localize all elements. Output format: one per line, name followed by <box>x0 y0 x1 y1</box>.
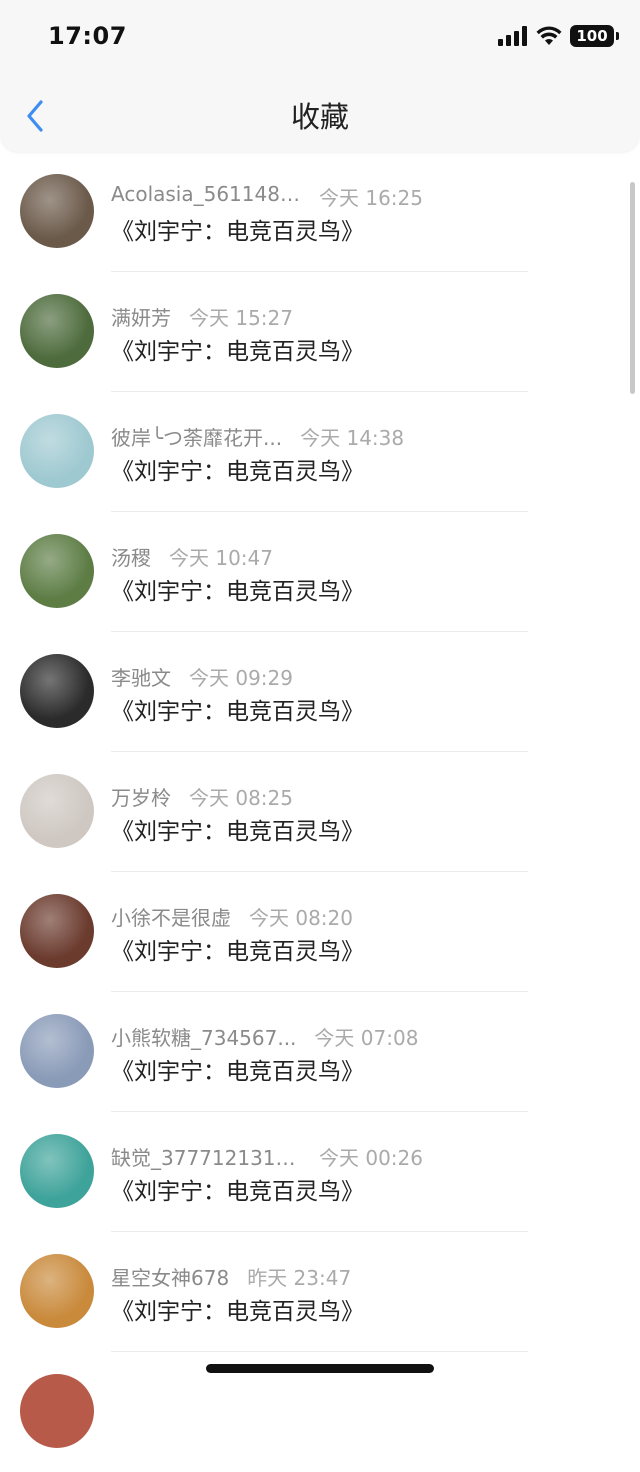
list-item[interactable]: 星空女神678 昨天 23:47 《刘宇宁：电竞百灵鸟》 <box>0 1232 640 1352</box>
item-content: 《刘宇宁：电竞百灵鸟》 <box>111 819 364 845</box>
timestamp: 昨天 23:47 <box>247 1266 352 1290</box>
item-content: 《刘宇宁：电竞百灵鸟》 <box>111 939 364 965</box>
timestamp: 今天 09:29 <box>189 666 293 690</box>
timestamp: 今天 15:27 <box>189 306 293 330</box>
scrollbar[interactable] <box>630 182 635 394</box>
item-content: 《刘宇宁：电竞百灵鸟》 <box>111 1299 364 1325</box>
user-name: 小熊软糖_734567... <box>111 1026 297 1050</box>
user-name: 彼岸╰つ荼靡花开... <box>111 426 283 450</box>
avatar[interactable] <box>20 294 94 368</box>
avatar[interactable] <box>20 1134 94 1208</box>
page-title: 收藏 <box>290 100 349 134</box>
avatar[interactable] <box>20 534 94 608</box>
battery-icon: 100 <box>570 25 619 47</box>
user-name: 李驰文 <box>111 666 171 690</box>
avatar[interactable] <box>20 174 94 248</box>
avatar[interactable] <box>20 1374 94 1448</box>
timestamp: 今天 14:38 <box>300 426 405 450</box>
avatar[interactable] <box>20 654 94 728</box>
status-icons: 100 <box>498 25 619 47</box>
user-name: 汤稷 <box>111 546 151 570</box>
battery-level: 100 <box>576 27 608 45</box>
timestamp: 今天 16:25 <box>319 186 423 210</box>
item-content: 《刘宇宁：电竞百灵鸟》 <box>111 339 364 365</box>
user-name: 星空女神678 <box>111 1266 230 1290</box>
list-item[interactable]: 万岁柃 今天 08:25 《刘宇宁：电竞百灵鸟》 <box>0 752 640 872</box>
item-content: 《刘宇宁：电竞百灵鸟》 <box>111 699 364 725</box>
item-content: 《刘宇宁：电竞百灵鸟》 <box>111 219 364 245</box>
timestamp: 今天 07:08 <box>314 1026 419 1050</box>
favorites-list: Acolasia_5611481... 今天 16:25 《刘宇宁：电竞百灵鸟》 … <box>0 152 640 1472</box>
item-content: 《刘宇宁：电竞百灵鸟》 <box>111 1179 364 1205</box>
nav-bar: 收藏 <box>0 76 640 152</box>
list-item[interactable]: 汤稷 今天 10:47 《刘宇宁：电竞百灵鸟》 <box>0 512 640 632</box>
item-content: 《刘宇宁：电竞百灵鸟》 <box>111 1059 364 1085</box>
home-indicator[interactable] <box>206 1364 434 1373</box>
avatar[interactable] <box>20 1014 94 1088</box>
list-item[interactable]: 小徐不是很虚 今天 08:20 《刘宇宁：电竞百灵鸟》 <box>0 872 640 992</box>
timestamp: 今天 08:20 <box>249 906 353 930</box>
wifi-icon <box>536 26 562 45</box>
user-name: 小徐不是很虚 <box>111 906 231 930</box>
item-content: 《刘宇宁：电竞百灵鸟》 <box>111 459 364 485</box>
user-name: Acolasia_5611481... <box>111 182 301 206</box>
list-item[interactable]: 小熊软糖_734567... 今天 07:08 《刘宇宁：电竞百灵鸟》 <box>0 992 640 1112</box>
signal-icon <box>498 26 527 46</box>
list-item[interactable]: 李驰文 今天 09:29 《刘宇宁：电竞百灵鸟》 <box>0 632 640 752</box>
avatar[interactable] <box>20 1254 94 1328</box>
list-item[interactable]: 彼岸╰つ荼靡花开... 今天 14:38 《刘宇宁：电竞百灵鸟》 <box>0 392 640 512</box>
status-time: 17:07 <box>48 22 127 50</box>
user-name: 万岁柃 <box>111 786 171 810</box>
user-name: 缺觉_3777121314... <box>111 1146 301 1170</box>
avatar[interactable] <box>20 774 94 848</box>
timestamp: 今天 10:47 <box>169 546 273 570</box>
avatar[interactable] <box>20 894 94 968</box>
timestamp: 今天 08:25 <box>189 786 293 810</box>
list-item[interactable]: Acolasia_5611481... 今天 16:25 《刘宇宁：电竞百灵鸟》 <box>0 152 640 272</box>
timestamp: 今天 00:26 <box>319 1146 423 1170</box>
status-bar: 17:07 100 <box>0 0 640 76</box>
list-item[interactable]: 满妍芳 今天 15:27 《刘宇宁：电竞百灵鸟》 <box>0 272 640 392</box>
list-item[interactable]: 缺觉_3777121314... 今天 00:26 《刘宇宁：电竞百灵鸟》 <box>0 1112 640 1232</box>
user-name: 满妍芳 <box>111 306 171 330</box>
avatar[interactable] <box>20 414 94 488</box>
item-content: 《刘宇宁：电竞百灵鸟》 <box>111 579 364 605</box>
